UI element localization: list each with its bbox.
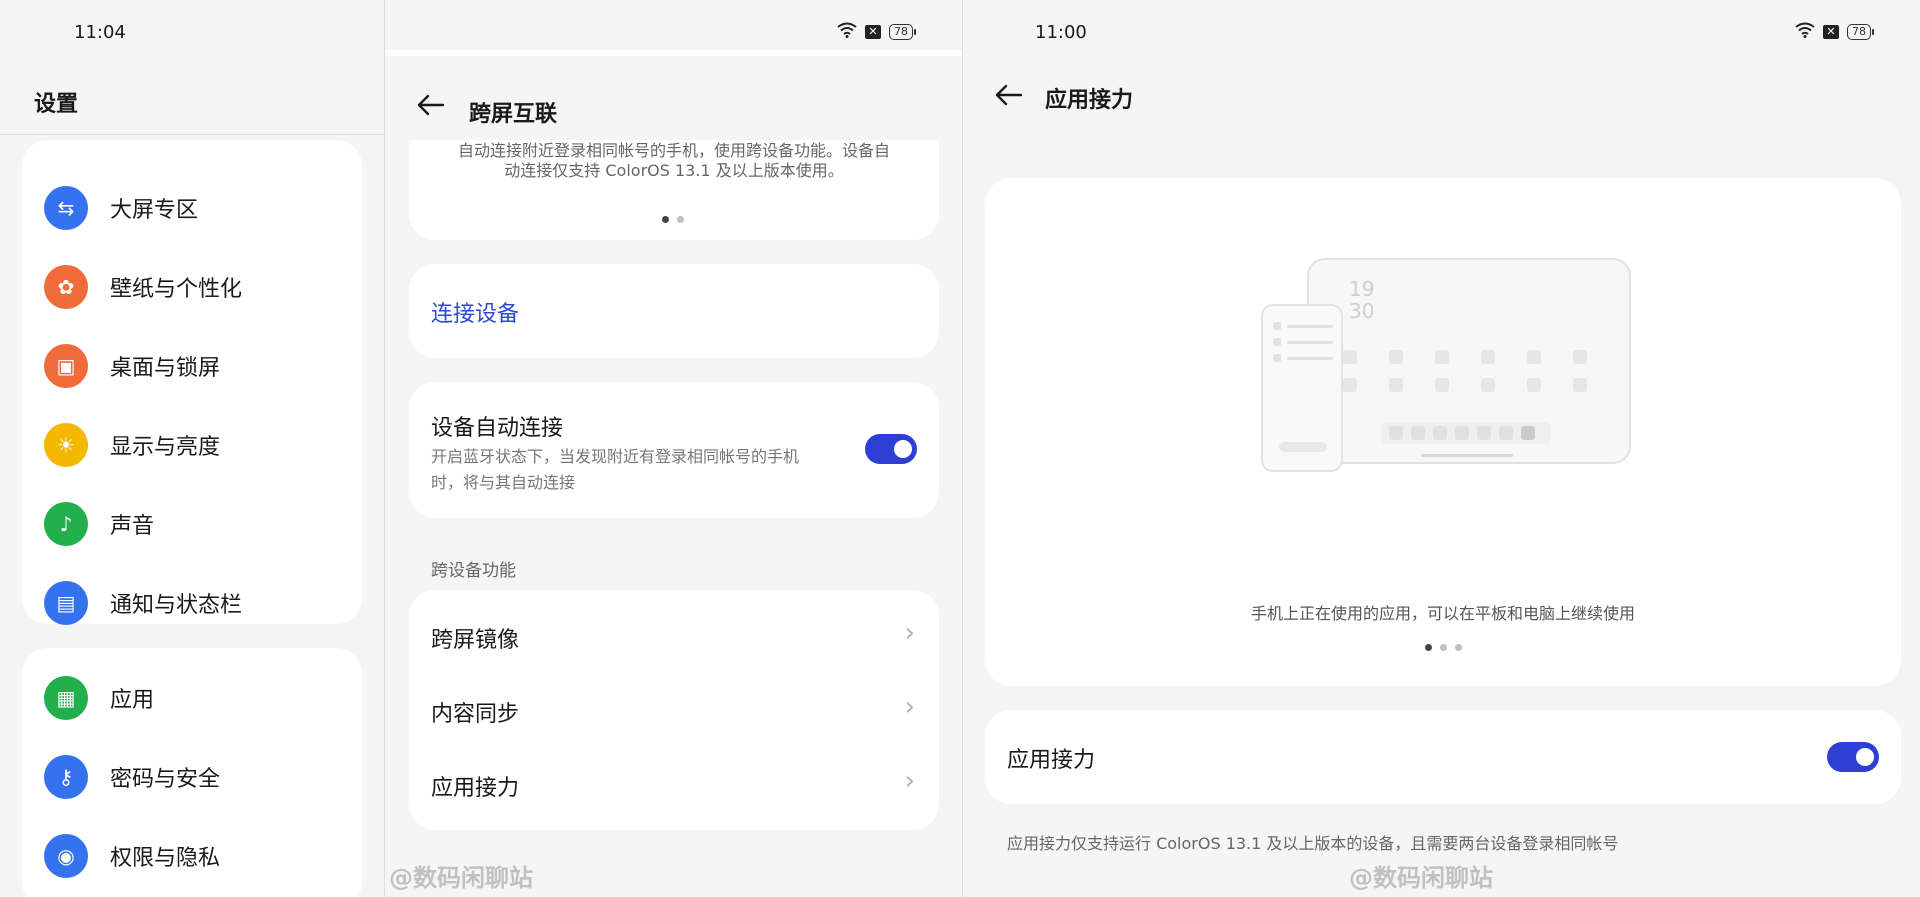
split-screen-icon: ⇆ [44,186,88,230]
page-dot [662,216,669,223]
battery-indicator: 78 [889,24,916,40]
settings-item-password[interactable]: ⚷ 密码与安全 [44,747,220,807]
illustration-clock-minute: 30 [1349,299,1375,323]
auto-connect-desc-line1: 开启蓝牙状态下，当发现附近有登录相同帐号的手机 [431,447,800,466]
header-strip [385,50,962,56]
page-dot [1455,644,1462,651]
chevron-right-icon: › [904,618,915,648]
feature-row-app-relay[interactable]: 应用接力 › [409,748,939,820]
auto-connect-description: 开启蓝牙状态下，当发现附近有登录相同帐号的手机 时，将与其自动连接 [431,444,799,496]
illustration-clock-hour: 19 [1349,277,1375,301]
settings-item-label: 密码与安全 [110,767,221,792]
settings-group-2: ▦ 应用 ⚷ 密码与安全 ◉ 权限与隐私 [22,648,362,897]
feature-label: 跨屏镜像 [431,628,520,653]
back-arrow-icon[interactable] [415,90,445,125]
no-sim-icon: ✕ [1823,25,1839,39]
settings-item-label: 显示与亮度 [110,435,221,460]
app-relay-pane: 11:00 ✕ 78 应用接力 19 30 手机上正在使用的应用，可以在平板和电… [962,0,1920,897]
page-dot [677,216,684,223]
wifi-icon [1795,22,1815,42]
status-time: 11:04 [74,22,126,43]
illustration-home-bar [1421,454,1513,457]
watermark: @数码闲聊站 [1349,864,1493,892]
illustration-app-grid [1343,350,1587,392]
divider [0,134,384,135]
feature-row-content-sync[interactable]: 内容同步 › [409,674,939,746]
auto-connect-desc-line2: 时，将与其自动连接 [431,473,576,492]
illustration-clock: 19 30 [1349,278,1374,322]
feature-label: 应用接力 [431,776,520,801]
section-label: 跨设备功能 [431,561,516,581]
app-relay-toggle[interactable] [1827,742,1879,772]
connect-device-link[interactable]: 连接设备 [431,296,519,328]
features-card: 跨屏镜像 › 内容同步 › 应用接力 › [409,590,939,830]
app-relay-toggle-card: 应用接力 [985,710,1901,804]
footnote: 应用接力仅支持运行 ColorOS 13.1 及以上版本的设备，且需要两台设备登… [1007,834,1619,853]
apps-grid-icon: ▦ [44,676,88,720]
connect-device-card[interactable]: 连接设备 [409,264,939,358]
bell-icon: ♪ [44,502,88,546]
watermark: @数码闲聊站 [389,864,533,892]
page-dot [1440,644,1447,651]
image-icon: ▣ [44,344,88,388]
page-indicator [1425,644,1462,651]
intro-card: 自动连接附近登录相同帐号的手机，使用跨设备功能。设备自 动连接仅支持 Color… [409,140,939,240]
settings-item-large-screen[interactable]: ⇆ 大屏专区 [44,178,198,238]
battery-indicator: 78 [1847,24,1874,40]
settings-group-1: ⇆ 大屏专区 ✿ 壁纸与个性化 ▣ 桌面与锁屏 ☀ 显示与亮度 ♪ 声音 ▤ 通… [22,140,362,625]
settings-item-label: 权限与隐私 [110,846,221,871]
notification-icon: ▤ [44,581,88,625]
chevron-right-icon: › [904,766,915,796]
sun-icon: ☀ [44,423,88,467]
page-title: 跨屏互联 [469,102,558,127]
settings-pane: 11:04 设置 ⇆ 大屏专区 ✿ 壁纸与个性化 ▣ 桌面与锁屏 ☀ 显示与亮度… [0,0,384,897]
chevron-right-icon: › [904,692,915,722]
page-title: 设置 [34,92,79,117]
status-bar: ✕ 78 [1795,22,1874,42]
key-icon: ⚷ [44,755,88,799]
illustration-card: 19 30 手机上正在使用的应用，可以在平板和电脑上继续使用 [985,178,1901,686]
feature-label: 内容同步 [431,702,520,727]
cross-screen-pane: ✕ 78 跨屏互联 自动连接附近登录相同帐号的手机，使用跨设备功能。设备自 动连… [384,0,962,897]
status-bar: ✕ 78 [837,22,916,42]
feature-row-screen-mirror[interactable]: 跨屏镜像 › [409,600,939,672]
settings-item-display[interactable]: ☀ 显示与亮度 [44,415,220,475]
page-dot [1425,644,1432,651]
illustration-phone-list [1273,322,1333,362]
settings-item-apps[interactable]: ▦ 应用 [44,668,154,728]
illustration-phone-button [1279,442,1327,452]
illustration-caption: 手机上正在使用的应用，可以在平板和电脑上继续使用 [1250,604,1635,623]
no-sim-icon: ✕ [865,25,881,39]
settings-item-wallpaper[interactable]: ✿ 壁纸与个性化 [44,257,242,317]
privacy-eye-icon: ◉ [44,834,88,878]
settings-item-sound[interactable]: ♪ 声音 [44,494,154,554]
auto-connect-title: 设备自动连接 [431,416,564,441]
settings-item-label: 壁纸与个性化 [110,277,243,302]
page-indicator [662,216,684,223]
page-title: 应用接力 [1045,88,1134,113]
intro-text-line1: 自动连接附近登录相同帐号的手机，使用跨设备功能。设备自 [457,141,890,160]
intro-text-line2: 动连接仅支持 ColorOS 13.1 及以上版本使用。 [504,161,844,180]
phone-illustration [1261,304,1343,472]
palette-icon: ✿ [44,265,88,309]
illustration-dock [1381,422,1551,444]
settings-item-label: 声音 [110,514,155,539]
settings-item-notifications[interactable]: ▤ 通知与状态栏 [44,573,242,633]
app-relay-toggle-label: 应用接力 [1007,748,1096,773]
settings-item-label: 大屏专区 [110,198,199,223]
back-arrow-icon[interactable] [993,80,1023,115]
settings-item-label: 应用 [110,688,155,713]
settings-item-desktop-lock[interactable]: ▣ 桌面与锁屏 [44,336,220,396]
settings-item-label: 通知与状态栏 [110,593,243,618]
settings-item-label: 桌面与锁屏 [110,356,221,381]
settings-item-privacy[interactable]: ◉ 权限与隐私 [44,826,220,886]
auto-connect-card: 设备自动连接 开启蓝牙状态下，当发现附近有登录相同帐号的手机 时，将与其自动连接 [409,382,939,518]
wifi-icon [837,22,857,42]
tablet-illustration: 19 30 [1307,258,1631,464]
status-time: 11:00 [1035,22,1087,43]
auto-connect-toggle[interactable] [865,434,917,464]
